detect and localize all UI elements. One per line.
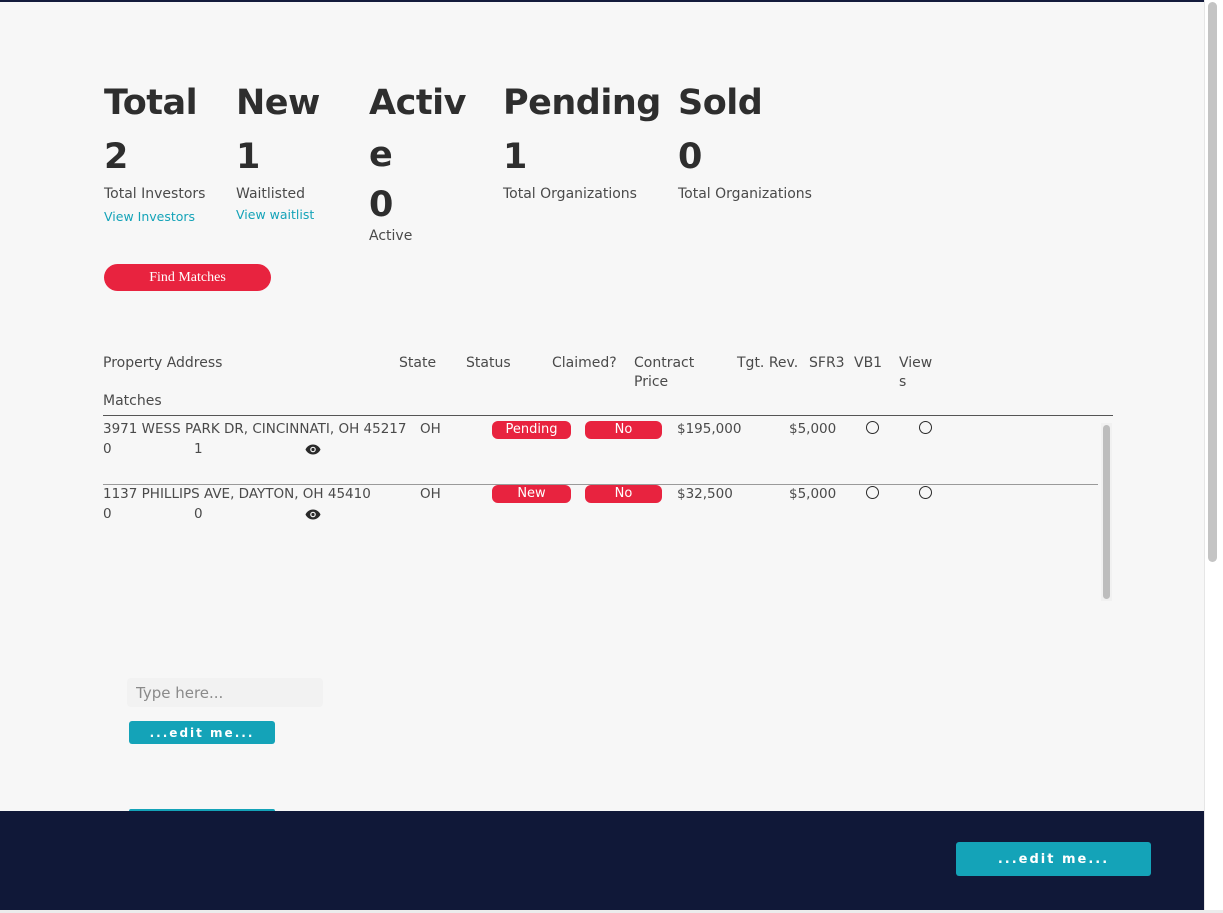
eye-icon[interactable] (305, 444, 321, 455)
views-radio[interactable] (919, 421, 932, 434)
row-tgt-rev: $5,000 (789, 486, 837, 502)
text-input[interactable] (127, 678, 323, 707)
stat-title: New (236, 83, 320, 123)
stat-value: 1 (503, 137, 528, 177)
row-matches: 0 (103, 441, 112, 457)
header-state[interactable]: State (399, 354, 436, 373)
row-views-count: 1 (194, 441, 203, 457)
stat-value: 2 (104, 137, 129, 177)
header-views[interactable]: View s (899, 354, 932, 392)
eye-icon[interactable] (305, 509, 321, 520)
stat-title: Activ (369, 83, 466, 123)
header-status[interactable]: Status (466, 354, 511, 373)
header-views-line1: View (899, 355, 933, 371)
header-contract-line1: Contract (634, 355, 695, 371)
stat-value: 0 (369, 185, 394, 225)
view-investors-link[interactable]: View Investors (104, 208, 195, 226)
header-contract-price[interactable]: Contract Price (634, 354, 694, 392)
header-tgt-rev[interactable]: Tgt. Rev. (737, 354, 798, 373)
row-contract-price: $32,500 (677, 486, 733, 502)
header-contract-line2: Price (634, 374, 669, 390)
claimed-badge: No (585, 421, 662, 439)
header-property-address[interactable]: Property Address (103, 354, 222, 373)
status-badge: Pending (492, 421, 571, 439)
stat-subtitle: Total Investors (104, 186, 206, 202)
table-scrollbar-thumb[interactable] (1103, 425, 1110, 599)
table-header-divider (103, 415, 1113, 416)
footer-edit-me-button[interactable]: ...edit me... (956, 842, 1151, 876)
row-state: OH (420, 421, 441, 437)
views-radio[interactable] (919, 486, 932, 499)
stat-active: Activ e 0 Active (369, 76, 466, 246)
stat-title: Sold (678, 83, 763, 123)
stat-title: Pending (503, 83, 661, 123)
top-border (0, 0, 1204, 2)
edit-me-button[interactable]: ...edit me... (129, 721, 275, 744)
stat-pending: Pending 1 Total Organizations (503, 76, 661, 204)
stat-total: Total 2 Total Investors View Investors (104, 76, 205, 226)
view-waitlist-link[interactable]: View waitlist (236, 206, 314, 224)
row-contract-price: $195,000 (677, 421, 742, 437)
header-vb1[interactable]: VB1 (854, 354, 882, 373)
table-row[interactable]: 3971 WESS PARK DR, CINCINNATI, OH 45217 … (0, 420, 1204, 485)
page: Total 2 Total Investors View Investors N… (0, 0, 1204, 913)
claimed-badge: No (585, 485, 662, 503)
row-matches: 0 (103, 506, 112, 522)
header-views-line2: s (899, 374, 907, 390)
row-tgt-rev: $5,000 (789, 421, 837, 437)
window-scrollbar-thumb[interactable] (1208, 2, 1217, 562)
footer: ...edit me... (0, 811, 1204, 913)
stat-new: New 1 Waitlisted View waitlist (236, 76, 320, 224)
find-matches-button[interactable]: Find Matches (104, 264, 271, 291)
stat-value: 1 (236, 137, 261, 177)
table-row[interactable]: 1137 PHILLIPS AVE, DAYTON, OH 45410 0 0 … (0, 485, 1204, 550)
stat-value: 0 (678, 137, 703, 177)
row-address: 3971 WESS PARK DR, CINCINNATI, OH 45217 (103, 421, 407, 437)
stat-title-wrap: e (369, 135, 393, 175)
vb1-radio[interactable] (866, 486, 879, 499)
status-badge: New (492, 485, 571, 503)
stat-subtitle: Active (369, 228, 413, 244)
row-state: OH (420, 486, 441, 502)
stat-title: Total (104, 83, 198, 123)
header-claimed[interactable]: Claimed? (552, 354, 617, 373)
header-matches[interactable]: Matches (103, 392, 162, 411)
stat-subtitle: Total Organizations (503, 186, 637, 202)
stat-subtitle: Waitlisted (236, 186, 305, 202)
row-address: 1137 PHILLIPS AVE, DAYTON, OH 45410 (103, 486, 371, 502)
header-sfr3[interactable]: SFR3 (809, 354, 845, 373)
stat-subtitle: Total Organizations (678, 186, 812, 202)
vb1-radio[interactable] (866, 421, 879, 434)
stat-sold: Sold 0 Total Organizations (678, 76, 812, 204)
row-views-count: 0 (194, 506, 203, 522)
